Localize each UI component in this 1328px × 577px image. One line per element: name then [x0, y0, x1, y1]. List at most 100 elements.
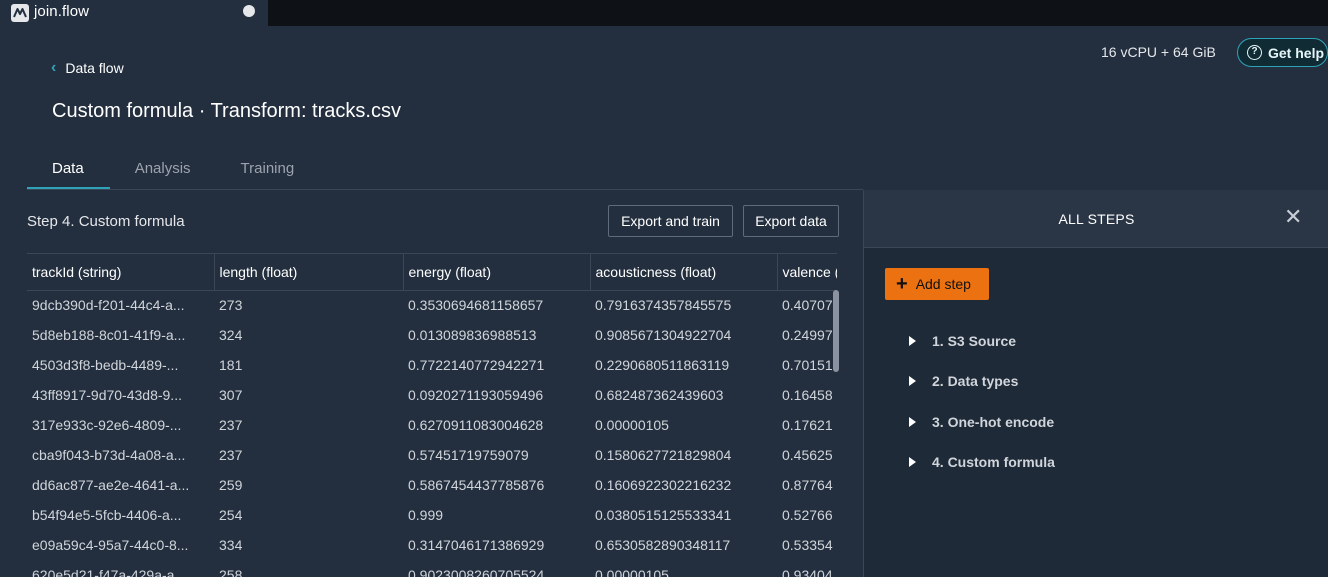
- table-cell: 0.16458: [782, 387, 833, 403]
- step-item-s3-source[interactable]: 1. S3 Source: [909, 333, 1016, 349]
- table-cell: 0.6270911083004628: [408, 417, 544, 433]
- table-cell: 0.1580627721829804: [595, 447, 732, 463]
- panel-title: ALL STEPS: [1058, 211, 1135, 227]
- step-item-custom-formula[interactable]: 4. Custom formula: [909, 454, 1055, 470]
- get-help-button[interactable]: ? Get help: [1237, 38, 1328, 67]
- table-row[interactable]: 5d8eb188-8c01-41f9-a... 324 0.013089836988…: [27, 320, 837, 350]
- table-cell: 0.3530694681158657: [408, 297, 544, 314]
- export-and-train-button[interactable]: Export and train: [608, 205, 733, 237]
- table-cell: 0.1606922302216232: [595, 477, 732, 493]
- close-icon[interactable]: ✕: [1284, 206, 1302, 228]
- table-cell: 181: [219, 357, 243, 373]
- table-cell: e09a59c4-95a7-44c0-8...: [32, 537, 189, 553]
- table-header-row: trackId (string) length (float) energy (…: [27, 254, 837, 291]
- table-cell: 237: [219, 447, 243, 463]
- step-item-one-hot-encode[interactable]: 3. One-hot encode: [909, 414, 1054, 430]
- table-cell: 0.2290680511863119: [595, 357, 730, 373]
- table-cell: 0.70151: [782, 357, 833, 373]
- tab-training[interactable]: Training: [216, 150, 320, 189]
- table-cell: 273: [219, 297, 243, 314]
- table-cell: 0.9085671304922704: [595, 327, 732, 343]
- table-cell: 0.7722140772942271: [408, 357, 545, 373]
- table-cell: 5d8eb188-8c01-41f9-a...: [32, 327, 186, 343]
- caret-right-icon: [909, 376, 916, 386]
- column-header[interactable]: trackId (string): [27, 254, 215, 291]
- table-cell: 254: [219, 507, 243, 523]
- caret-right-icon: [909, 457, 916, 467]
- table-cell: 324: [219, 327, 243, 343]
- add-step-label: Add step: [915, 276, 971, 292]
- table-cell: 0.682487362439603: [595, 387, 724, 403]
- table-cell: dd6ac877-ae2e-4641-a...: [32, 477, 190, 493]
- table-cell: 9dcb390d-f201-44c4-a...: [32, 297, 185, 314]
- table-cell: 259: [219, 477, 243, 493]
- table-cell: 0.57451719759079: [408, 447, 529, 463]
- step-item-label: 2. Data types: [932, 373, 1019, 389]
- flow-logo-icon: [11, 4, 29, 22]
- add-step-button[interactable]: + Add step: [885, 268, 989, 300]
- unsaved-dot-icon[interactable]: [243, 5, 255, 17]
- table-cell: 258: [219, 567, 243, 577]
- export-data-button[interactable]: Export data: [743, 205, 839, 237]
- plus-icon: +: [896, 273, 908, 295]
- table-cell: 334: [219, 537, 243, 553]
- all-steps-panel: ALL STEPS ✕ + Add step 1. S3 Source 2. D…: [863, 190, 1328, 577]
- table-cell: b54f94e5-5fcb-4406-a...: [32, 507, 182, 523]
- page-title: Custom formula · Transform: tracks.csv: [52, 100, 401, 122]
- table-row[interactable]: 317e933c-92e6-4809-... 237 0.6270911083004…: [27, 410, 837, 440]
- column-header[interactable]: length (float): [214, 254, 404, 291]
- table-cell: 0.45625: [782, 447, 833, 463]
- file-tab[interactable]: join.flow: [0, 0, 269, 26]
- table-cell: 43ff8917-9d70-43d8-9...: [32, 387, 182, 403]
- table-cell: 4503d3f8-bedb-4489-...: [32, 357, 179, 373]
- table-cell: 620e5d21-f47a-429a-a...: [32, 567, 187, 577]
- table-cell: 0.3147046171386929: [408, 537, 545, 553]
- table-cell: 0.0920271193059496: [408, 387, 544, 403]
- current-step-label: Step 4. Custom formula: [27, 213, 185, 230]
- data-table: trackId (string) length (float) energy (…: [27, 254, 837, 577]
- back-link-label: Data flow: [65, 60, 124, 76]
- table-row[interactable]: 620e5d21-f47a-429a-a... 258 0.902300826070…: [27, 560, 837, 577]
- table-cell: 0.0380515125533341: [595, 507, 732, 523]
- question-icon: ?: [1247, 45, 1262, 60]
- table-cell: 0.87764: [782, 477, 833, 493]
- step-item-label: 1. S3 Source: [932, 333, 1017, 349]
- table-row[interactable]: cba9f043-b73d-4a08-a... 237 0.574517197590…: [27, 440, 837, 470]
- chevron-left-icon: ‹: [51, 59, 57, 76]
- table-row[interactable]: dd6ac877-ae2e-4641-a... 259 0.586745443778…: [27, 470, 837, 500]
- back-to-data-flow-link[interactable]: ‹ Data flow: [51, 59, 124, 77]
- get-help-label: Get help: [1268, 44, 1325, 61]
- table-cell: 0.9023008260705524: [408, 567, 545, 577]
- column-header[interactable]: valence (float): [777, 254, 837, 291]
- column-header[interactable]: acousticness (float): [590, 254, 778, 291]
- table-cell: cba9f043-b73d-4a08-a...: [32, 447, 186, 463]
- table-cell: 0.999: [408, 507, 444, 523]
- table-row[interactable]: 4503d3f8-bedb-4489-... 181 0.7722140772942…: [27, 350, 837, 380]
- view-tabs: Data Analysis Training: [27, 150, 319, 189]
- table-row[interactable]: 9dcb390d-f201-44c4-a... 273 0.353069468115…: [27, 290, 837, 320]
- table-cell: 0.40707: [782, 297, 833, 314]
- instance-resources[interactable]: 16 vCPU + 64 GiB: [1101, 44, 1216, 60]
- tabs-divider: [27, 189, 863, 190]
- table-cell: 0.52766: [782, 507, 833, 523]
- table-row[interactable]: b54f94e5-5fcb-4406-a... 254 0.999 0.0380515…: [27, 500, 837, 530]
- table-cell: 0.6530582890348117: [595, 537, 731, 553]
- column-header[interactable]: energy (float): [403, 254, 591, 291]
- table-cell: 0.17621: [782, 417, 833, 433]
- table-cell: 0.7916374357845575: [595, 297, 732, 314]
- tab-analysis[interactable]: Analysis: [110, 150, 216, 189]
- table-cell: 0.00000105: [595, 567, 669, 577]
- table-cell: 237: [219, 417, 243, 433]
- tab-bar: join.flow: [0, 0, 1328, 26]
- table-cell: 0.53354: [782, 537, 833, 553]
- tab-data[interactable]: Data: [27, 150, 110, 189]
- data-table-container[interactable]: trackId (string) length (float) energy (…: [27, 253, 837, 577]
- table-row[interactable]: 43ff8917-9d70-43d8-9... 307 0.092027119305…: [27, 380, 837, 410]
- table-scrollbar[interactable]: [833, 290, 839, 372]
- table-cell: 307: [219, 387, 243, 403]
- caret-right-icon: [909, 417, 916, 427]
- table-row[interactable]: e09a59c4-95a7-44c0-8... 334 0.314704617138…: [27, 530, 837, 560]
- step-item-data-types[interactable]: 2. Data types: [909, 373, 1018, 389]
- step-item-label: 3. One-hot encode: [932, 414, 1055, 430]
- panel-header: ALL STEPS ✕: [864, 190, 1328, 248]
